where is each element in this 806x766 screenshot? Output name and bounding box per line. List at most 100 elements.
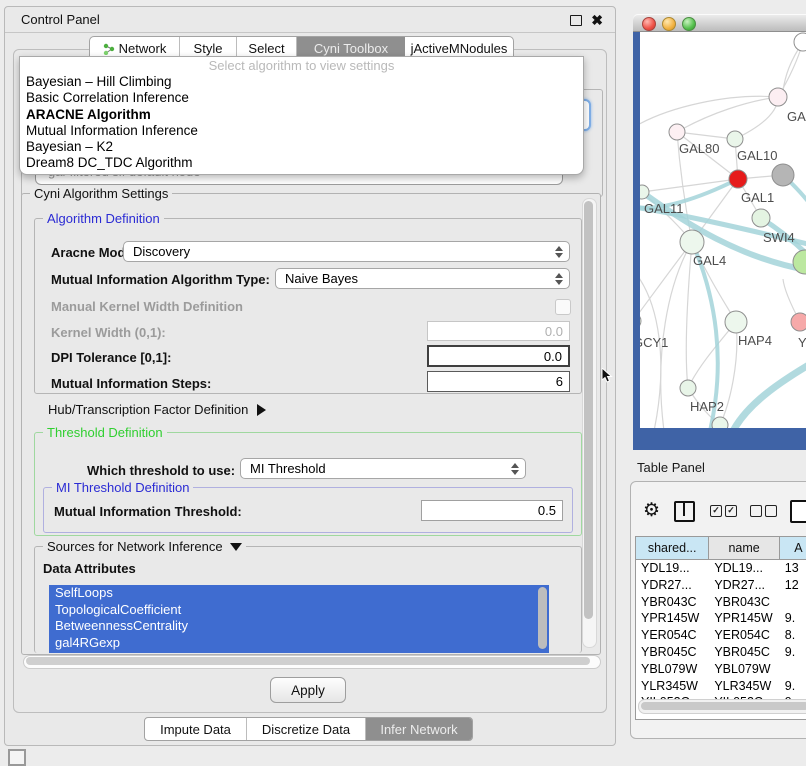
vertical-scrollbar-thumb[interactable] [584,201,593,619]
mi-steps-label: Mutual Information Steps: [51,376,211,391]
export-table-icon[interactable] [790,500,806,523]
network-node[interactable] [772,164,794,186]
network-canvas[interactable]: GALGAL80GAL10GAL1GAL11SWI4GAL4GCY1HAP4YH… [640,31,806,428]
table-row[interactable]: YBR045CYBR045C9. [636,644,806,661]
dropdown-item[interactable]: Mutual Information Inference [20,123,583,139]
column-header[interactable]: A [780,537,806,559]
float-window-icon[interactable] [570,15,582,26]
table-row[interactable]: YBL079WYBL079W [636,661,806,678]
attribute-item-selected[interactable]: SelfLoops [49,585,549,602]
gear-icon[interactable]: ⚙ [643,498,660,524]
table-cell: YLR345W [709,678,779,695]
table-cell: YDL19... [709,560,779,577]
close-icon[interactable]: ✖ [591,10,603,30]
minimized-panel-icon[interactable] [8,749,26,766]
which-threshold-combo[interactable]: MI Threshold [240,458,526,479]
table-cell: 13 [780,560,806,577]
show-columns-icon[interactable] [674,501,695,522]
network-node[interactable] [752,209,770,227]
mi-threshold-label: Mutual Information Threshold: [54,504,242,519]
dpi-tolerance-field[interactable]: 0.0 [427,345,570,367]
column-header[interactable]: shared... [636,537,709,559]
attribute-item-selected[interactable]: BetweennessCentrality [49,618,549,635]
mi-threshold-field[interactable]: 0.5 [421,500,563,521]
table-cell: YER054C [709,627,779,644]
attribute-item-selected[interactable]: gal4RGexp [49,635,549,652]
mi-algorithm-type-value: Naive Bayes [285,271,358,286]
node-label: GAL4 [693,253,726,268]
select-all-columns-icon[interactable]: ✓✓ [710,505,737,517]
kernel-width-field[interactable]: 0.0 [427,321,570,341]
table-horizontal-scrollbar[interactable] [638,699,806,714]
horizontal-scrollbar-thumb[interactable] [26,657,590,665]
mi-algorithm-type-combo[interactable]: Naive Bayes [275,268,570,289]
vertical-scrollbar[interactable] [582,198,597,648]
table-cell: 9. [780,610,806,627]
table-row[interactable]: YER054CYER054C8. [636,627,806,644]
column-header[interactable]: name [709,537,780,559]
network-node[interactable] [769,88,787,106]
network-node[interactable] [712,417,728,428]
algorithm-dropdown-list: Select algorithm to view settings Bayesi… [19,56,584,175]
data-attributes-list[interactable]: SelfLoopsTopologicalCoefficientBetweenne… [49,585,549,653]
node-label: GAL10 [737,148,777,163]
node-table[interactable]: shared...nameA YDL19...YDL19...13YDR27..… [635,536,806,720]
table-cell: 12 [780,577,806,594]
dropdown-item[interactable]: Dream8 DC_TDC Algorithm [20,155,583,171]
network-edge-highlighted[interactable] [732,363,806,428]
network-edge[interactable] [686,242,692,388]
tab-infer-network[interactable]: Infer Network [366,718,472,740]
network-node[interactable] [640,185,649,199]
network-node[interactable] [727,131,743,147]
network-node[interactable] [794,33,806,51]
hub-definition-expander[interactable]: Hub/Transcription Factor Definition [48,402,266,417]
dropdown-item[interactable]: ARACNE Algorithm [20,107,583,123]
table-row[interactable]: YLR345WYLR345W9. [636,678,806,695]
network-node[interactable] [791,313,806,331]
network-node[interactable] [680,230,704,254]
attribute-item-selected[interactable]: TopologicalCoefficient [49,602,549,619]
apply-button[interactable]: Apply [270,677,346,703]
table-toolbar: ⚙ ✓✓ [643,498,806,524]
dropdown-item[interactable]: Basic Correlation Inference [20,90,583,106]
minimize-traffic-light-icon[interactable] [662,17,676,31]
table-cell: YPR145W [709,610,779,627]
mi-steps-field[interactable]: 6 [427,371,570,392]
zoom-traffic-light-icon[interactable] [682,17,696,31]
aracne-mode-combo[interactable]: Discovery [123,241,570,262]
threshold-definition-title: Threshold Definition [43,425,167,440]
dropdown-item[interactable]: Bayesian – Hill Climbing [20,74,583,90]
network-edge[interactable] [677,97,778,132]
table-cell: 9. [780,644,806,661]
close-traffic-light-icon[interactable] [642,17,656,31]
collapse-arrow-icon [230,543,242,551]
table-row[interactable]: YBR043CYBR043C [636,594,806,611]
network-node[interactable] [729,170,747,188]
table-cell: YBR043C [709,594,779,611]
table-row[interactable]: YDR27...YDR27...12 [636,577,806,594]
network-view-window: GALGAL80GAL10GAL1GAL11SWI4GAL4GCY1HAP4YH… [633,14,806,450]
sources-group-title[interactable]: Sources for Network Inference [43,539,246,554]
horizontal-scrollbar[interactable] [23,655,601,669]
network-window-titlebar[interactable] [633,14,806,32]
list-scrollbar-thumb[interactable] [538,587,547,649]
tab-impute-data[interactable]: Impute Data [145,718,247,740]
network-node[interactable] [669,124,685,140]
network-node[interactable] [725,311,747,333]
hub-definition-label: Hub/Transcription Factor Definition [48,402,248,417]
deselect-all-columns-icon[interactable] [750,505,777,517]
table-row[interactable]: YPR145WYPR145W9. [636,610,806,627]
network-node[interactable] [680,380,696,396]
manual-kernel-checkbox[interactable] [555,299,571,315]
table-scrollbar-thumb[interactable] [641,702,806,710]
mi-threshold-definition-group: MI Threshold Definition Mutual Informati… [43,487,573,533]
network-edge[interactable] [688,322,736,388]
table-cell: YBL079W [709,661,779,678]
network-edge[interactable] [640,242,692,321]
table-row[interactable]: YDL19...YDL19...13 [636,560,806,577]
table-cell: YDR27... [636,577,709,594]
dropdown-item[interactable]: Bayesian – K2 [20,139,583,155]
table-cell: YBR045C [636,644,709,661]
network-node[interactable] [640,313,641,329]
tab-discretize-data[interactable]: Discretize Data [247,718,366,740]
